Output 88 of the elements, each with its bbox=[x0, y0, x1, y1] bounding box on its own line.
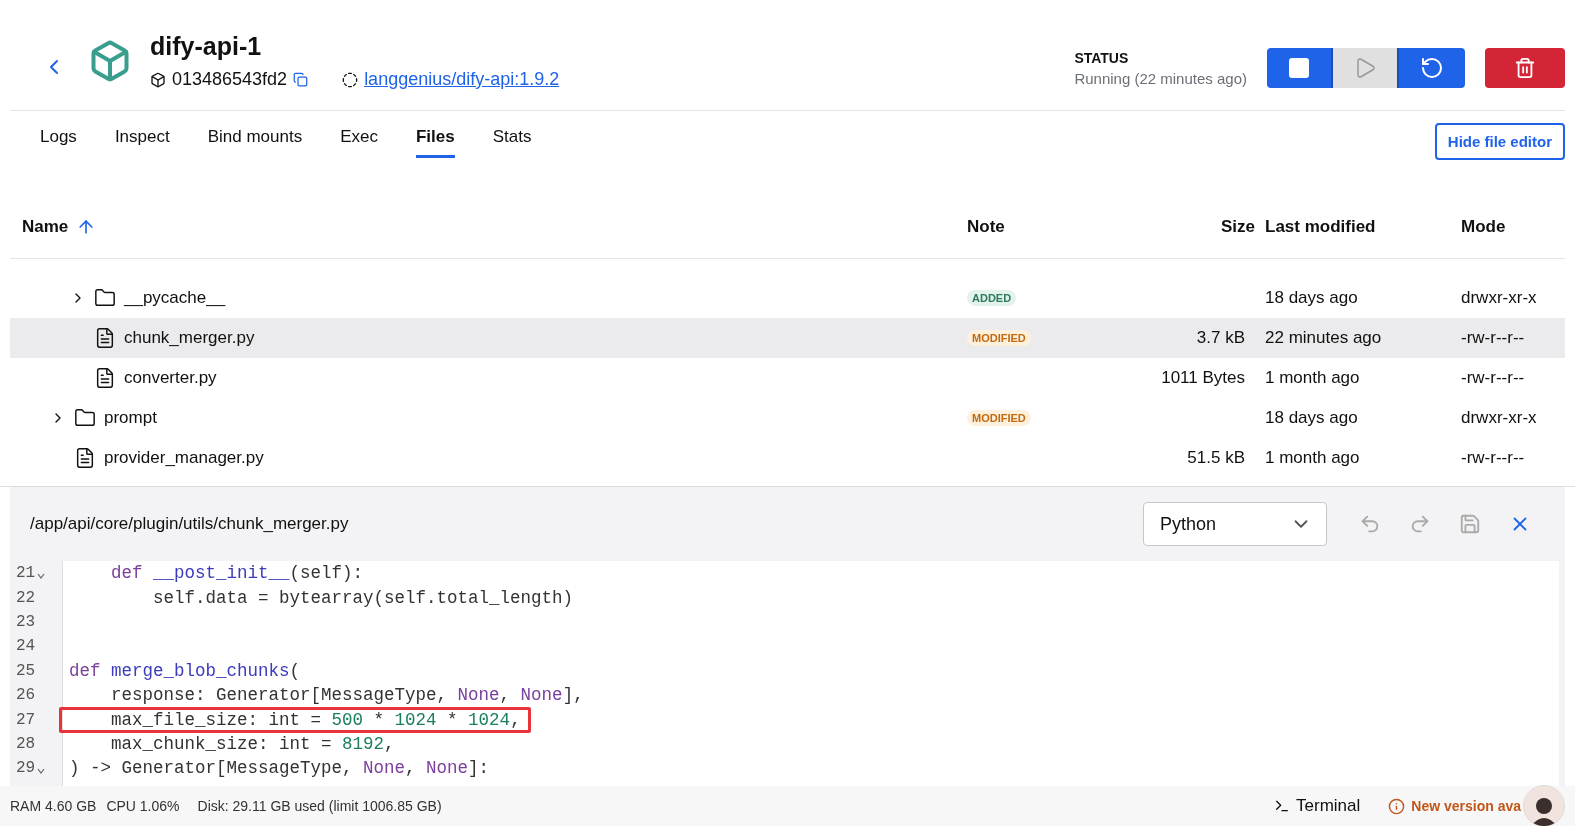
avatar[interactable] bbox=[1523, 785, 1565, 826]
resource-stat: RAM 4.60 GB bbox=[10, 798, 97, 814]
image-link[interactable]: langgenius/dify-api:1.9.2 bbox=[364, 69, 560, 90]
container-id: 013486543fd2 bbox=[172, 69, 288, 90]
column-header[interactable]: Name bbox=[22, 216, 69, 237]
fold-icon[interactable] bbox=[37, 768, 46, 775]
code-line: self.data = bytearray(self.total_length) bbox=[152, 586, 575, 610]
tab[interactable]: Files bbox=[416, 127, 455, 158]
trash-icon bbox=[1514, 57, 1536, 79]
language-select[interactable]: Python bbox=[1143, 502, 1327, 546]
modified-time: 1 month ago bbox=[1264, 448, 1360, 468]
code-line: def merge_blob_chunks( bbox=[68, 659, 302, 683]
line-number: 27 bbox=[16, 710, 36, 729]
undo-icon bbox=[1359, 513, 1381, 535]
column-header[interactable]: Note bbox=[967, 216, 1005, 237]
line-number: 22 bbox=[16, 588, 36, 607]
code-line: def __post_init__(self): bbox=[110, 562, 365, 586]
restart-button[interactable] bbox=[1399, 48, 1465, 88]
terminal-icon bbox=[1274, 798, 1290, 814]
hide-editor-button[interactable]: Hide file editor bbox=[1434, 123, 1565, 160]
info-icon bbox=[1388, 797, 1406, 815]
file-icon bbox=[94, 367, 116, 389]
modified-time: 22 minutes ago bbox=[1264, 328, 1382, 348]
code-line: response: Generator[MessageType, None, None], bbox=[110, 684, 585, 708]
file-mode: drwxr-xr-x bbox=[1460, 288, 1537, 308]
note-badge: MODIFIED bbox=[967, 330, 1031, 346]
file-name: converter.py bbox=[124, 368, 217, 388]
cube-icon bbox=[150, 71, 166, 88]
line-number: 23 bbox=[16, 612, 36, 631]
update-link[interactable]: New version ava bbox=[1388, 797, 1521, 815]
status-value: Running (22 minutes ago) bbox=[1074, 69, 1247, 87]
tab[interactable]: Exec bbox=[340, 127, 378, 158]
folder-icon bbox=[74, 407, 96, 429]
resource-stat: Disk: 29.11 GB used (limit 1006.85 GB) bbox=[197, 798, 442, 814]
terminal-button[interactable]: Terminal bbox=[1274, 796, 1361, 816]
delete-button[interactable] bbox=[1485, 48, 1565, 88]
tab[interactable]: Bind mounts bbox=[207, 127, 303, 158]
save-icon bbox=[1459, 513, 1481, 535]
modified-time: 18 days ago bbox=[1264, 288, 1358, 308]
file-mode: -rw-r--r-- bbox=[1460, 328, 1525, 348]
fold-icon[interactable] bbox=[37, 573, 46, 580]
line-number: 29 bbox=[16, 759, 36, 778]
file-row[interactable]: chunk_merger.py MODIFIED 3.7 kB 22 minutes ago -rw-r--r-- bbox=[10, 318, 1565, 358]
container-title: dify-api-1 bbox=[150, 32, 263, 61]
resource-stat: CPU 1.06% bbox=[106, 798, 180, 814]
file-row[interactable]: provider_manager.py 51.5 kB 1 month ago -rw-r--r-- bbox=[10, 438, 1565, 478]
file-icon bbox=[74, 447, 96, 469]
status-label: STATUS bbox=[1074, 49, 1130, 66]
file-name: chunk_merger.py bbox=[124, 328, 255, 348]
line-number: 24 bbox=[16, 637, 36, 656]
line-number: 26 bbox=[16, 686, 36, 705]
file-mode: drwxr-xr-x bbox=[1460, 408, 1537, 428]
stop-button[interactable] bbox=[1267, 48, 1333, 88]
file-row[interactable]: prompt MODIFIED 18 days ago drwxr-xr-x bbox=[10, 398, 1565, 438]
file-icon bbox=[94, 327, 116, 349]
line-number: 25 bbox=[16, 661, 36, 680]
column-header[interactable]: Size bbox=[1220, 216, 1255, 237]
tab[interactable]: Logs bbox=[40, 127, 77, 158]
column-header[interactable]: Last modified bbox=[1265, 216, 1376, 237]
modified-time: 18 days ago bbox=[1264, 408, 1358, 428]
tab[interactable]: Stats bbox=[492, 127, 532, 158]
stop-icon bbox=[1289, 58, 1309, 78]
file-path: /app/api/core/plugin/utils/chunk_merger.py bbox=[30, 514, 349, 534]
copy-icon[interactable] bbox=[293, 72, 309, 87]
line-number: 21 bbox=[16, 564, 36, 583]
dashed-circle-icon bbox=[342, 71, 359, 88]
file-size: 1011 Bytes bbox=[1161, 368, 1246, 388]
code-line: ) -> Generator[MessageType, None, None]: bbox=[68, 757, 491, 781]
restart-icon bbox=[1420, 56, 1444, 80]
note-badge: ADDED bbox=[967, 290, 1017, 306]
cube-icon bbox=[88, 39, 132, 83]
file-row[interactable]: converter.py 1011 Bytes 1 month ago -rw-r--r-- bbox=[10, 358, 1565, 398]
line-number: 28 bbox=[16, 734, 36, 753]
file-size: 51.5 kB bbox=[1187, 448, 1246, 468]
file-name: prompt bbox=[104, 408, 157, 428]
folder-icon bbox=[94, 287, 116, 309]
file-size: 3.7 kB bbox=[1196, 328, 1246, 348]
file-name: __pycache__ bbox=[124, 288, 226, 308]
file-mode: -rw-r--r-- bbox=[1460, 368, 1525, 388]
note-badge: MODIFIED bbox=[967, 410, 1031, 426]
code-line: max_chunk_size: int = 8192, bbox=[110, 732, 396, 756]
file-name: provider_manager.py bbox=[104, 448, 264, 468]
file-row[interactable]: __pycache__ ADDED 18 days ago drwxr-xr-x bbox=[10, 278, 1565, 318]
column-header[interactable]: Mode bbox=[1461, 216, 1506, 237]
modified-time: 1 month ago bbox=[1264, 368, 1360, 388]
redo-icon bbox=[1409, 513, 1431, 535]
tab[interactable]: Inspect bbox=[114, 127, 170, 158]
file-mode: -rw-r--r-- bbox=[1460, 448, 1525, 468]
